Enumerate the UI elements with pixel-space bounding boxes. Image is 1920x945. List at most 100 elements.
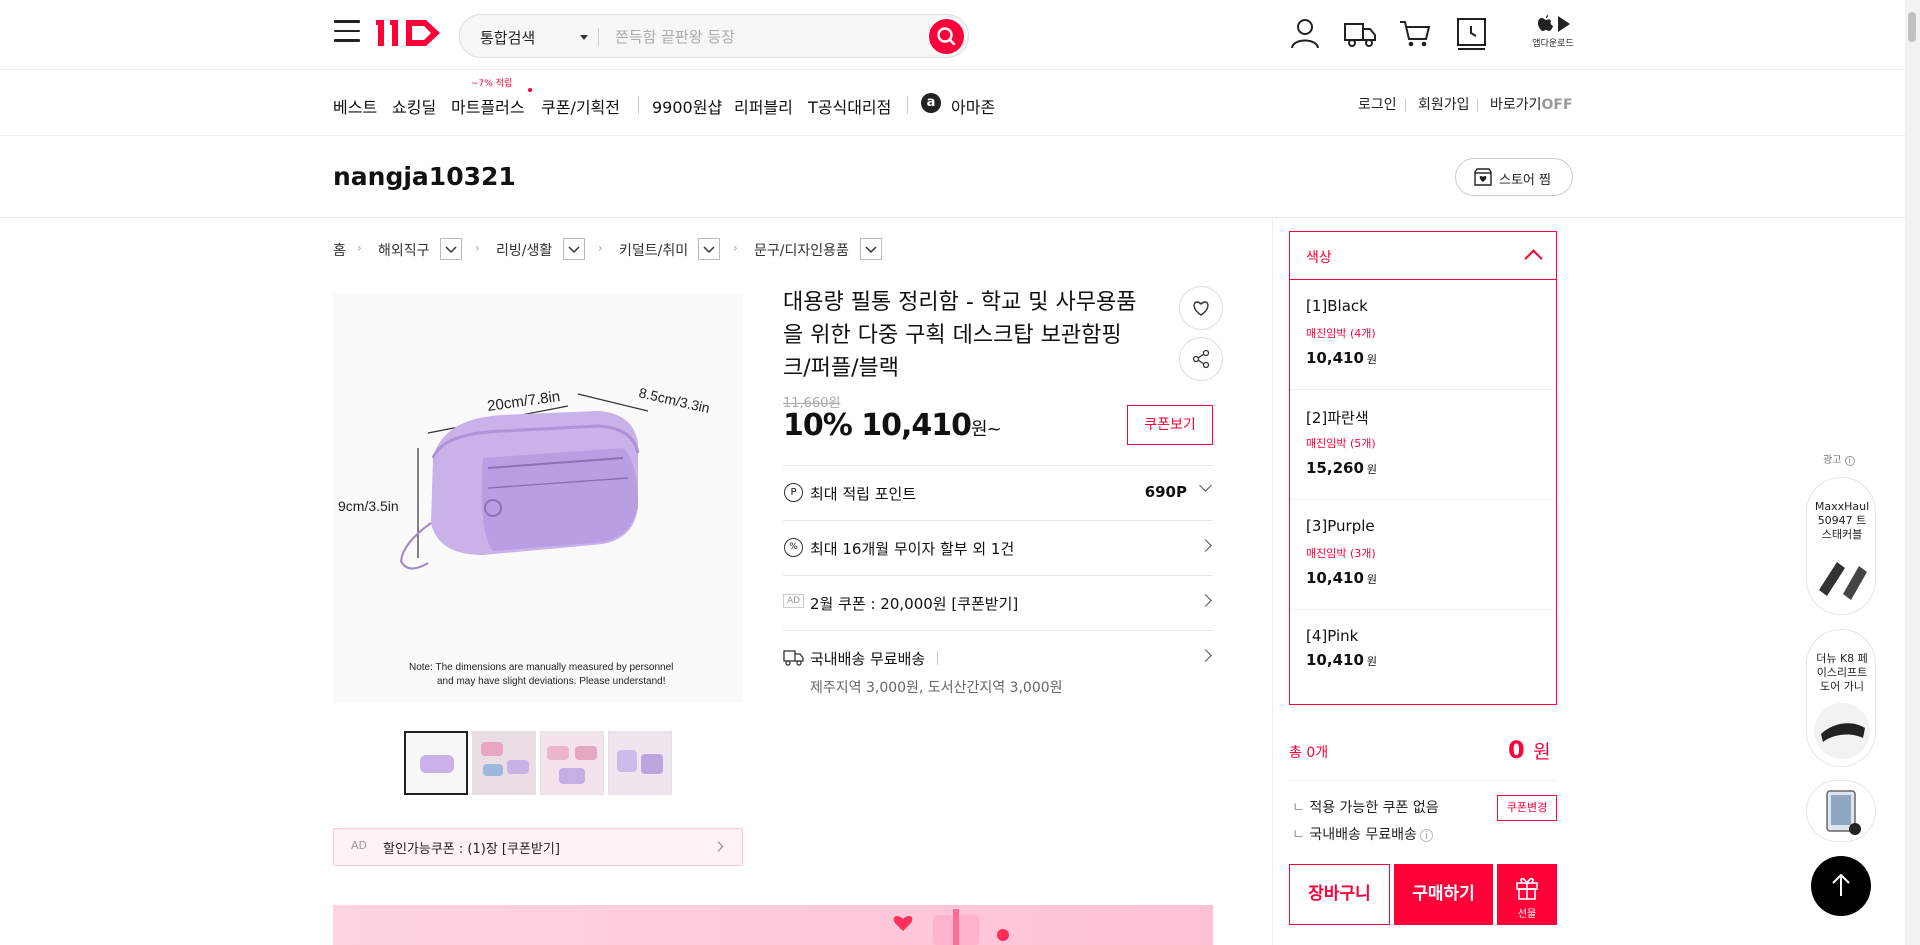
chevron-down-icon[interactable] (698, 238, 720, 260)
chevron-right-icon: › (733, 241, 738, 255)
search-button[interactable] (929, 19, 964, 54)
side-ad-card[interactable] (1806, 780, 1876, 842)
option-item[interactable]: [2]파란색 매진임박 (5개) 15,260 원 (1290, 390, 1556, 500)
breadcrumb-item[interactable]: 키덜트/취미 (619, 240, 688, 260)
option-price: 10,410 원 (1306, 651, 1377, 669)
feb-coupon-text: 2월 쿠폰 : 20,000원 [쿠폰받기] (810, 595, 1019, 613)
heart-icon (1193, 301, 1209, 316)
promo-banner[interactable] (333, 905, 1213, 945)
nav-best[interactable]: 베스트 (333, 94, 377, 118)
add-to-cart-button[interactable]: 장바구니 (1289, 864, 1390, 925)
store-heart-icon (1474, 168, 1492, 186)
product-main-image[interactable]: 20cm/7.8in 8.5cm/3.3in 9cm/3.5in Note: T… (333, 293, 743, 703)
points-label: 최대 적립 포인트 (810, 485, 917, 503)
gift-button[interactable]: 선물 (1497, 864, 1557, 925)
breadcrumb-item[interactable]: 문구/디자인용품 (754, 240, 849, 260)
breadcrumb-item[interactable]: 해외직구 (378, 240, 430, 260)
installment-row[interactable]: % 최대 16개월 무이자 할부 외 1건 (783, 520, 1213, 575)
breadcrumb-home[interactable]: 홈 (333, 240, 346, 260)
app-download[interactable]: 앱다운로드 (1531, 14, 1575, 49)
side-ad-card[interactable]: 더뉴 K8 페 이스리프트 도어 가니 (1806, 629, 1876, 767)
divider (598, 28, 599, 46)
option-item[interactable]: [4]Pink 10,410 원 (1290, 610, 1556, 704)
option-price-unit: 원 (1366, 573, 1378, 586)
cart-icon[interactable] (1398, 16, 1432, 50)
shortcut-toggle[interactable]: 바로가기OFF (1490, 94, 1573, 114)
nav-refurbly[interactable]: 리퍼블리 (734, 94, 793, 118)
thumbnail-3[interactable] (540, 731, 604, 795)
store-fav-button[interactable]: 스토어 찜 (1455, 158, 1573, 196)
wishlist-button[interactable] (1179, 286, 1223, 330)
signup-link[interactable]: 회원가입 (1418, 94, 1470, 114)
shipping-row[interactable]: 국내배송 무료배송 제주지역 3,000원, 도서산간지역 3,000원 (783, 630, 1213, 710)
discount-coupon-text: 할인가능쿠폰 : (1)장 [쿠폰받기] (383, 842, 560, 857)
nav-t-official[interactable]: T공식대리점 (808, 94, 891, 118)
thumbnail-2[interactable] (472, 731, 536, 795)
option-item[interactable]: [1]Black 매진임박 (4개) 10,410 원 (1290, 280, 1556, 390)
scrollbar-thumb[interactable] (1908, 12, 1916, 42)
option-item[interactable]: [3]Purple 매진임박 (3개) 10,410 원 (1290, 500, 1556, 610)
color-option-header[interactable]: 색상 (1290, 232, 1556, 280)
user-icon[interactable] (1288, 16, 1322, 50)
nav-coupon[interactable]: 쿠폰/기획전 (541, 94, 620, 118)
option-price: 10,410 원 (1306, 349, 1377, 367)
option-price-unit: 원 (1366, 463, 1378, 476)
nav-divider (638, 96, 639, 114)
recent-view-icon[interactable] (1455, 16, 1489, 50)
info-icon[interactable]: i (1419, 829, 1433, 842)
thumbnail-1[interactable] (404, 731, 468, 795)
nav-mart-plus[interactable]: 마트플러스 (451, 94, 525, 118)
dim-height-label: 9cm/3.5in (338, 498, 399, 514)
divider (937, 651, 938, 665)
chevron-down-icon[interactable] (440, 238, 462, 260)
side-ad-title: 더뉴 K8 페 이스리프트 도어 가니 (1816, 652, 1868, 693)
util-divider (1477, 98, 1478, 112)
points-row[interactable]: P 최대 적립 포인트 690P (783, 465, 1213, 520)
nav-shocking-deal[interactable]: 쇼킹딜 (392, 94, 436, 118)
total-price-value: 0 (1508, 736, 1525, 764)
scroll-top-button[interactable] (1811, 856, 1871, 916)
share-button[interactable] (1179, 337, 1223, 381)
category-nav: 베스트 쇼킹딜 ~7% 적립 마트플러스 쿠폰/기획전 9900원샵 리퍼블리 … (0, 70, 1920, 136)
coupon-view-button[interactable]: 쿠폰보기 (1127, 405, 1213, 445)
gift-icon (1516, 877, 1538, 900)
option-name: [3]Purple (1306, 517, 1375, 535)
option-name: [2]파란색 (1306, 409, 1369, 427)
menu-icon[interactable] (334, 20, 360, 42)
option-header-label: 색상 (1306, 250, 1332, 266)
chevron-down-icon[interactable] (860, 238, 882, 260)
product-title: 대용량 필통 정리함 - 학교 및 사무용품 을 위한 다중 구획 데스크탑 보… (783, 286, 1163, 385)
amazon-logo-icon: a (921, 93, 941, 113)
option-price: 10,410 원 (1306, 569, 1377, 587)
login-link[interactable]: 로그인 (1358, 94, 1397, 114)
thumbnail-4[interactable] (608, 731, 672, 795)
discount-coupon-strip[interactable]: AD 할인가능쿠폰 : (1)장 [쿠폰받기] (333, 828, 743, 866)
option-price-value: 10,410 (1306, 349, 1364, 367)
arrow-up-icon (1832, 873, 1850, 896)
ad-label-text: 광고 (1823, 455, 1842, 466)
column-divider (1272, 218, 1273, 945)
breadcrumb-item[interactable]: 리빙/생활 (496, 240, 552, 260)
search-category[interactable]: 통합검색 (480, 27, 535, 48)
scrollbar[interactable] (1905, 0, 1920, 945)
points-value: 690P (1144, 483, 1187, 501)
search-input[interactable] (615, 25, 915, 49)
buy-now-button[interactable]: 구매하기 (1394, 864, 1493, 925)
side-ad-card[interactable]: MaxxHaul 50947 트 스태커블 (1806, 477, 1876, 615)
option-price: 15,260 원 (1306, 459, 1377, 477)
info-icon[interactable]: i (1844, 456, 1855, 466)
order-shipping-text: 국내배송 무료배송 (1309, 827, 1417, 843)
chevron-down-icon[interactable] (563, 238, 585, 260)
nav-amazon[interactable]: 아마존 (951, 94, 995, 118)
caret-down-icon[interactable] (580, 35, 588, 40)
mart-plus-badge: ~7% 적립 (471, 79, 513, 89)
option-name: [1]Black (1306, 297, 1368, 315)
site-logo[interactable] (376, 14, 448, 59)
store-name[interactable]: nangja10321 (333, 162, 516, 191)
coupon-change-button[interactable]: 쿠폰변경 (1497, 795, 1557, 821)
chevron-right-icon (713, 841, 724, 852)
feb-coupon-row[interactable]: AD 2월 쿠폰 : 20,000원 [쿠폰받기] (783, 575, 1213, 630)
nav-9900-shop[interactable]: 9900원샵 (652, 94, 722, 118)
option-price-value: 10,410 (1306, 569, 1364, 587)
delivery-truck-icon[interactable] (1343, 16, 1377, 50)
